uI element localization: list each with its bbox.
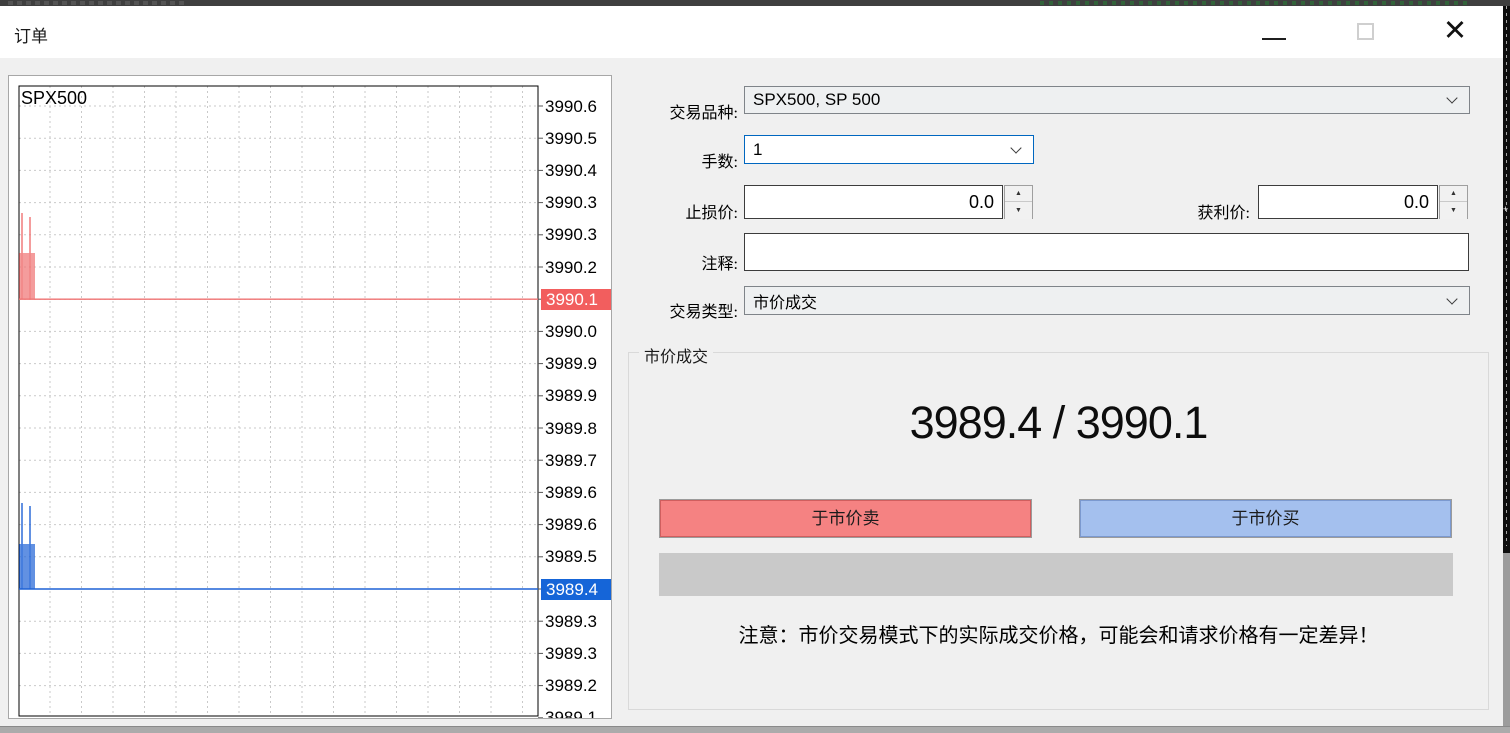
chevron-down-icon: [1010, 142, 1021, 153]
chevron-down-icon: [1446, 293, 1457, 304]
close-button[interactable]: ✕: [1434, 8, 1476, 52]
chevron-down-icon: [1446, 92, 1457, 103]
price-axis-label: 3989.2: [545, 675, 611, 696]
symbol-dropdown[interactable]: SPX500, SP 500: [744, 86, 1470, 114]
symbol-dropdown-value: SPX500, SP 500: [753, 90, 880, 110]
price-axis-label: 3989.6: [545, 514, 611, 535]
execution-progress-bar: [659, 553, 1453, 596]
maximize-button: [1350, 14, 1386, 50]
takeprofit-spin-down-button[interactable]: ▼: [1440, 203, 1467, 219]
ordertype-label: 交易类型:: [608, 298, 738, 322]
price-axis-label: 3990.3: [545, 192, 611, 213]
background-chart-fragment: [1040, 1, 1470, 5]
bid-ask-quote: 3989.4 / 3990.1: [629, 397, 1488, 449]
plus-icon: +: [1503, 204, 1508, 214]
stoploss-spin-up-button[interactable]: ▲: [1005, 186, 1032, 202]
dialog-title: 订单: [14, 22, 48, 47]
background-crosshair-line: [1506, 6, 1507, 546]
minimize-button[interactable]: [1256, 14, 1292, 50]
price-axis-label: 3989.3: [545, 643, 611, 664]
volume-label: 手数:: [608, 148, 738, 172]
volume-value: 1: [753, 140, 762, 160]
buy-by-market-button[interactable]: 于市价买: [1079, 499, 1452, 538]
price-axis-label: 3990.2: [545, 257, 611, 278]
ordertype-dropdown[interactable]: 市价成交: [744, 286, 1470, 315]
takeprofit-input[interactable]: [1258, 185, 1438, 219]
tick-chart-panel: SPX500 3990.6 3990.5 3990.4 3990.3 3990.3 399…: [8, 75, 612, 719]
price-axis-label: 3989.8: [545, 418, 611, 439]
screen: + 订单 ✕ SPX500 3990.6 3990.5 3990.4 3990.3 39…: [0, 0, 1510, 733]
takeprofit-label: 获利价:: [1120, 199, 1250, 223]
volume-combobox[interactable]: 1: [744, 135, 1034, 164]
dialog-titlebar: 订单 ✕: [0, 6, 1503, 58]
price-axis-label: 3990.0: [545, 321, 611, 342]
bid-price-label: 3989.4: [541, 579, 611, 600]
price-axis-label: 3989.3: [545, 611, 611, 632]
price-axis-label: 3989.6: [545, 482, 611, 503]
sell-by-market-button[interactable]: 于市价卖: [659, 499, 1032, 538]
price-axis-label: 3989.9: [545, 353, 611, 374]
background-window-right: +: [1503, 6, 1510, 726]
comment-label: 注释:: [608, 250, 738, 274]
chart-symbol-label: SPX500: [21, 88, 87, 109]
ordertype-dropdown-value: 市价成交: [753, 289, 817, 313]
stoploss-spinner: ▲ ▼: [1004, 185, 1033, 219]
ask-price-label: 3990.1: [541, 289, 611, 310]
market-execution-group: 市价成交 3989.4 / 3990.1 于市价卖 于市价买 注意：市价交易模式…: [628, 352, 1489, 710]
price-axis-label: 3989.7: [545, 450, 611, 471]
order-dialog: 订单 ✕ SPX500 3990.6 3990.5 3990.4 3990.3 3990…: [0, 6, 1503, 726]
takeprofit-spinner: ▲ ▼: [1439, 185, 1468, 219]
takeprofit-spin-up-button[interactable]: ▲: [1440, 186, 1467, 202]
background-window-bottom: [0, 726, 1510, 733]
execution-notice: 注意：市价交易模式下的实际成交价格，可能会和请求价格有一定差异！: [629, 619, 1488, 648]
stoploss-input[interactable]: [744, 185, 1003, 219]
price-axis-label: 3990.4: [545, 160, 611, 181]
price-axis-label: 3990.5: [545, 128, 611, 149]
close-icon: ✕: [1443, 15, 1467, 47]
price-axis-label: 3990.6: [545, 96, 611, 117]
maximize-icon: [1357, 23, 1374, 40]
stoploss-spin-down-button[interactable]: ▼: [1005, 203, 1032, 219]
comment-input[interactable]: [744, 233, 1469, 271]
symbol-label: 交易品种:: [608, 99, 738, 123]
stoploss-label: 止损价:: [608, 199, 738, 223]
price-axis-label: 3989.1: [545, 707, 611, 719]
tick-chart-canvas: [9, 76, 612, 719]
price-axis-label: 3989.9: [545, 385, 611, 406]
group-title: 市价成交: [639, 343, 713, 367]
minimize-icon: [1262, 38, 1286, 40]
price-axis-label: 3990.3: [545, 224, 611, 245]
price-axis-label: 3989.5: [545, 546, 611, 567]
background-window-text-fragment: [8, 1, 188, 5]
